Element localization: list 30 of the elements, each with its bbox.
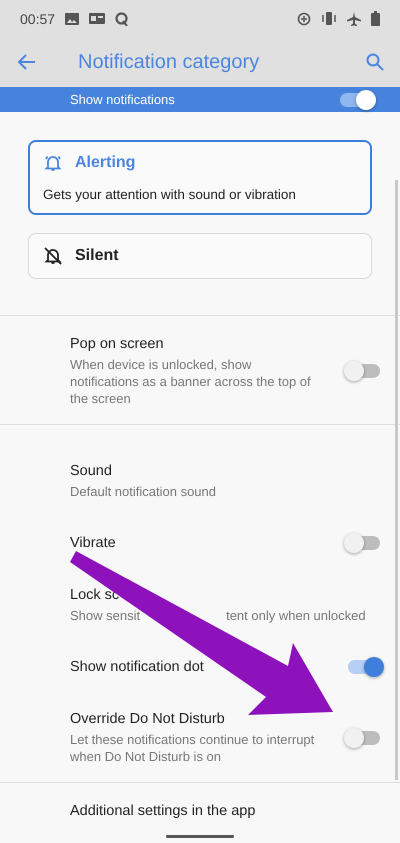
bell-ringing-icon xyxy=(43,153,63,173)
app-icon xyxy=(115,12,128,26)
bell-off-icon xyxy=(43,246,63,266)
battery-icon xyxy=(371,11,380,26)
app-bar-title: Notification category xyxy=(78,50,260,74)
silent-option[interactable]: Silent xyxy=(28,233,372,279)
alerting-option[interactable]: Alerting Gets your attention with sound or vibration xyxy=(28,140,372,215)
setting-title[interactable]: Override Do Not Disturb xyxy=(70,710,225,728)
vibrate-icon xyxy=(321,12,337,25)
status-time: 00:57 xyxy=(20,10,56,26)
option-description: Gets your attention with sound or vibration xyxy=(43,187,297,202)
setting-summary: When device is unlocked, show notifications as a banner across the top of the screen xyxy=(70,356,312,407)
search-icon[interactable] xyxy=(366,53,384,71)
setting-title[interactable]: Vibrate xyxy=(70,534,116,552)
setting-title[interactable]: Pop on screen xyxy=(70,335,164,353)
option-label: Alerting xyxy=(75,154,136,172)
setting-title[interactable]: Sound xyxy=(70,462,112,480)
setting-title[interactable]: Show notification dot xyxy=(70,658,204,676)
gesture-handle xyxy=(166,835,234,838)
image-icon xyxy=(65,12,80,24)
setting-summary: Show sensit xyxy=(70,607,140,624)
setting-summary: Default notification sound xyxy=(70,483,216,500)
setting-summary: tent only when unlocked xyxy=(226,607,366,624)
master-label: Show notifications xyxy=(70,92,175,107)
back-arrow-icon[interactable] xyxy=(18,54,36,70)
card-icon xyxy=(89,13,106,24)
setting-title[interactable]: Additional settings in the app xyxy=(70,802,256,820)
setting-summary: Let these notifications continue to interrupt when Do Not Disturb is on xyxy=(70,731,316,765)
option-label: Silent xyxy=(75,247,119,265)
airplane-icon xyxy=(347,12,361,26)
